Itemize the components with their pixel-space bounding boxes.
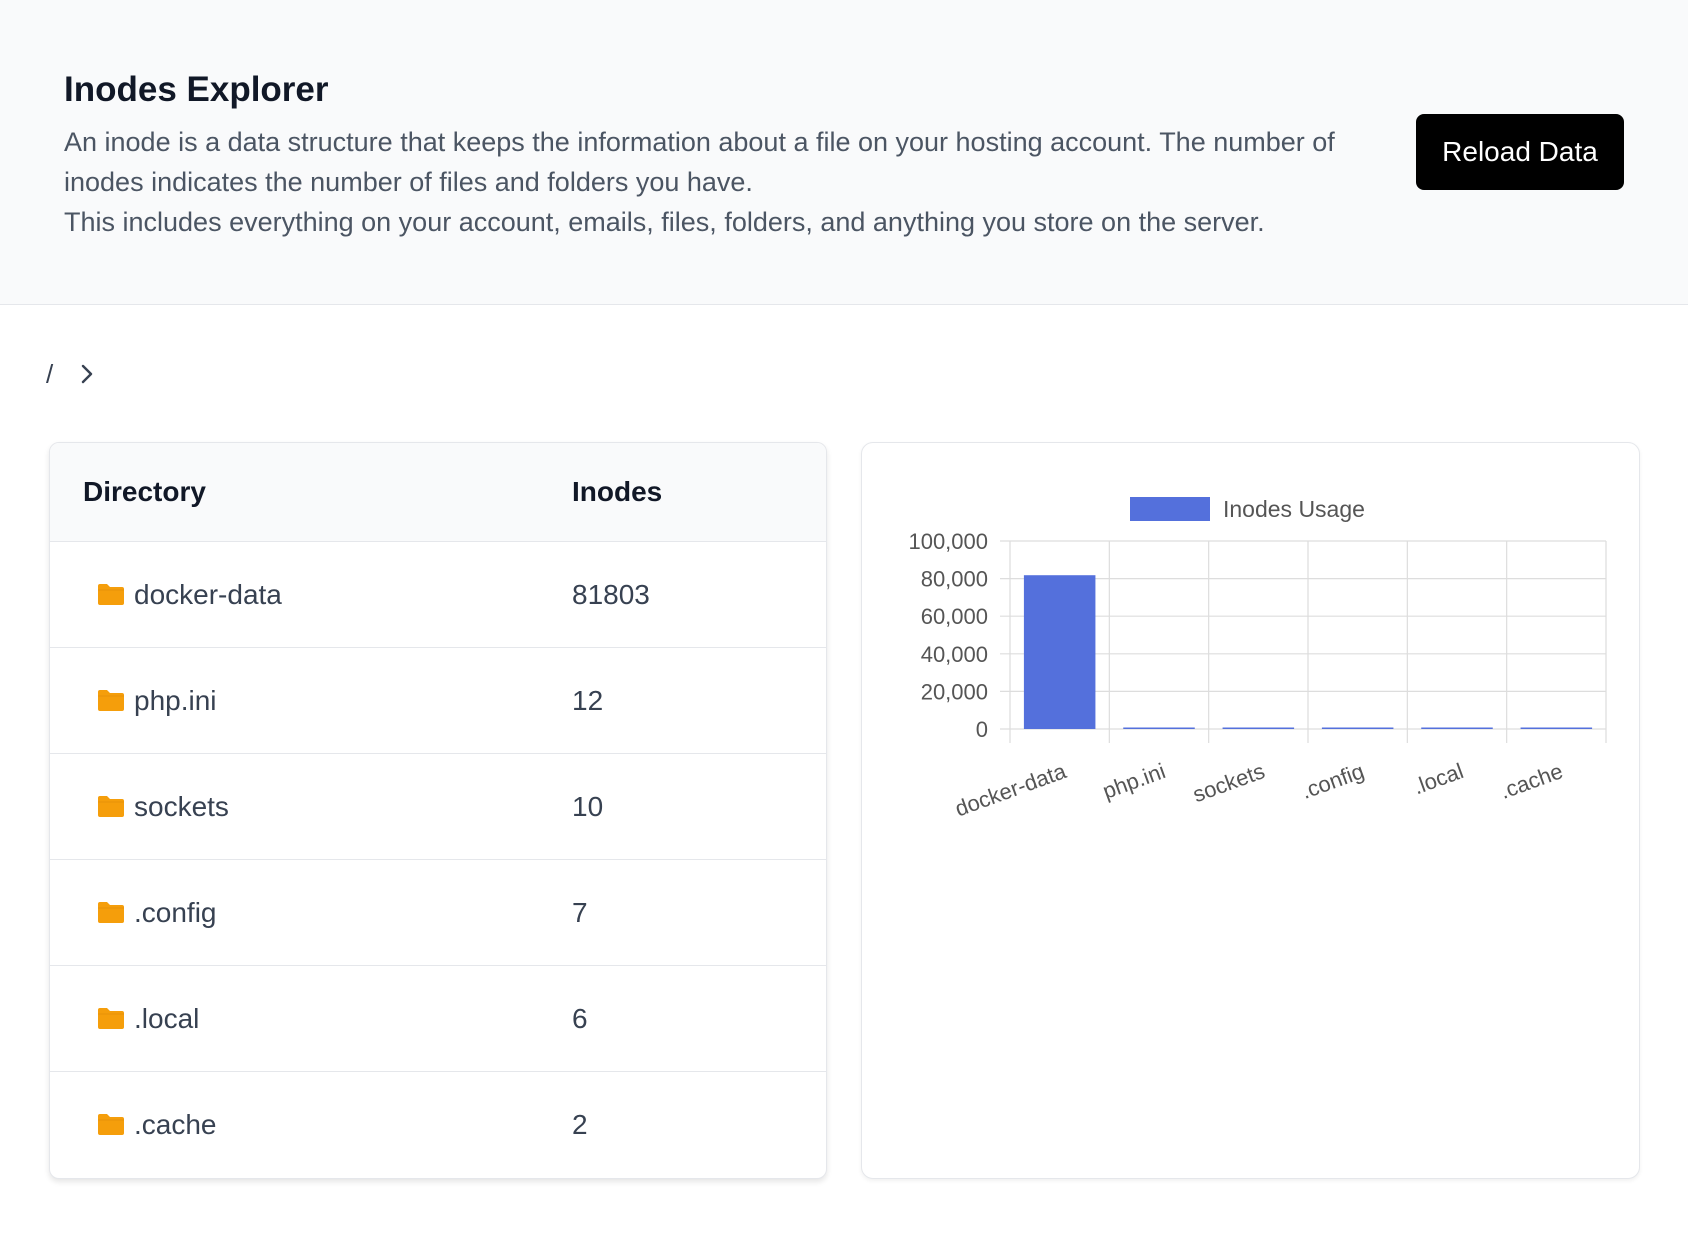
legend-swatch (1130, 497, 1210, 521)
legend-label: Inodes Usage (1223, 496, 1365, 522)
page-description: An inode is a data structure that keeps … (64, 122, 1394, 242)
directory-name: .config (134, 896, 217, 928)
page-header: Inodes Explorer An inode is a data struc… (0, 0, 1688, 305)
inode-count: 6 (572, 1002, 588, 1034)
y-tick-label: 60,000 (921, 604, 988, 629)
y-tick-label: 20,000 (921, 679, 988, 704)
bar-dockerdata (1023, 575, 1096, 729)
page-title: Inodes Explorer (64, 70, 329, 109)
directory-name: .cache (134, 1109, 217, 1140)
x-tick-label: .local (1410, 758, 1467, 799)
inode-count: 2 (572, 1109, 588, 1140)
inodes-table: Directory Inodes docker-data 81803 php.ini… (49, 442, 827, 1179)
description-line-2: This includes everything on your account… (64, 207, 1265, 237)
bar-local (1421, 727, 1493, 729)
x-tick-label: php.ini (1099, 758, 1168, 804)
x-tick-label: docker-data (952, 758, 1070, 821)
bar-chart: 0 20,000 40,000 60,000 80,000 100,000 docker-d… (908, 496, 1607, 821)
inode-count: 7 (572, 896, 588, 928)
bar-phpini (1123, 727, 1195, 729)
table-row[interactable]: .cache 2 (50, 1072, 826, 1178)
y-tick-label: 80,000 (921, 567, 988, 592)
description-line-1: An inode is a data structure that keeps … (64, 127, 1335, 197)
folder-icon (97, 582, 125, 606)
directory-name: docker-data (134, 578, 282, 610)
directory-name: sockets (134, 790, 229, 822)
directory-name: .local (134, 1002, 200, 1034)
table-row[interactable]: .local 6 (50, 966, 826, 1072)
inode-count: 10 (572, 790, 604, 822)
folder-icon (97, 1006, 125, 1030)
inode-count: 81803 (572, 578, 650, 610)
y-tick-label: 40,000 (921, 642, 988, 667)
column-header-directory: Directory (83, 476, 206, 507)
table-row[interactable]: sockets 10 (50, 754, 826, 860)
inodes-chart: 0 20,000 40,000 60,000 80,000 100,000 docker-d… (861, 442, 1640, 1179)
folder-icon (97, 794, 125, 818)
x-tick-label: .config (1298, 758, 1367, 804)
reload-data-button[interactable]: Reload Data (1416, 114, 1624, 190)
folder-icon (97, 1112, 125, 1136)
directory-name: php.ini (134, 684, 217, 716)
breadcrumb: / (46, 356, 95, 392)
x-tick-label: .cache (1497, 758, 1566, 804)
inode-count: 12 (572, 684, 604, 716)
table-row[interactable]: php.ini 12 (50, 648, 826, 754)
table-row[interactable]: docker-data 81803 (50, 542, 826, 648)
breadcrumb-root[interactable]: / (46, 359, 53, 390)
folder-icon (97, 900, 125, 924)
bar-cache (1520, 727, 1593, 729)
folder-icon (97, 688, 125, 712)
bar-sockets (1222, 727, 1295, 729)
table-header: Directory Inodes (50, 443, 826, 542)
x-tick-label: sockets (1189, 758, 1268, 807)
y-tick-label: 100,000 (908, 529, 988, 554)
chevron-right-icon (79, 363, 95, 385)
y-tick-label: 0 (976, 717, 988, 742)
table-body: docker-data 81803 php.ini 12 sockets 10 .confi… (50, 542, 826, 1178)
table-row[interactable]: .config 7 (50, 860, 826, 966)
column-header-inodes: Inodes (572, 476, 663, 507)
bar-config (1321, 727, 1394, 729)
